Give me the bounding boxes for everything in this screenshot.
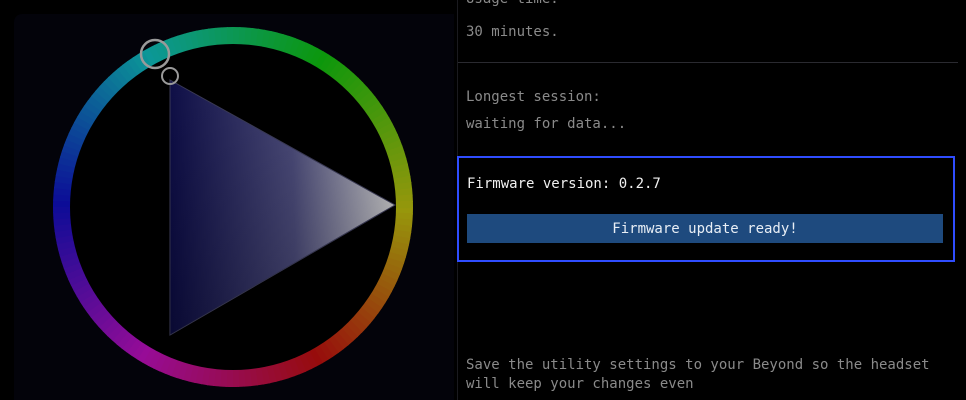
longest-session-value: waiting for data...	[466, 116, 627, 132]
firmware-version-label: Firmware version: 0.2.7	[467, 176, 661, 192]
firmware-update-button[interactable]: Firmware update ready!	[467, 214, 943, 243]
firmware-section: Firmware version: 0.2.7 Firmware update …	[457, 156, 955, 262]
color-wheel-picker[interactable]	[0, 0, 456, 400]
usage-time-value: 30 minutes.	[466, 24, 559, 40]
usage-time-label: Usage time:	[466, 0, 559, 11]
save-settings-description: Save the utility settings to your Beyond…	[466, 357, 930, 392]
section-divider	[458, 62, 958, 63]
longest-session-label: Longest session:	[466, 89, 601, 105]
